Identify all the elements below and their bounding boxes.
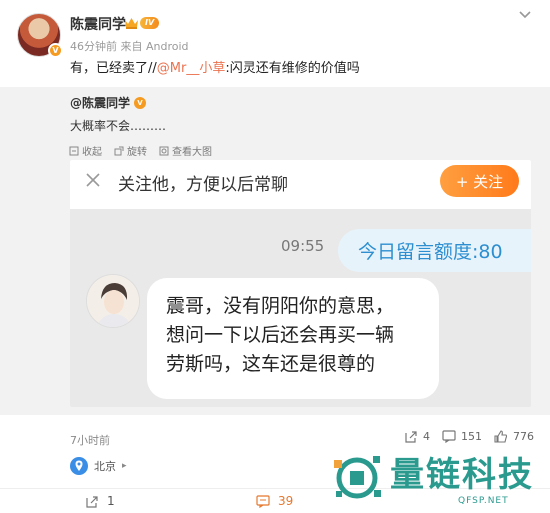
bottom-repost-count: 1 [107,494,115,508]
watermark-logo-icon [334,456,381,499]
verified-badge-icon: V [48,43,63,58]
chevron-right-icon: ▸ [122,461,127,471]
post-meta: 46分钟前 来自 Android [70,40,189,53]
chevron-down-icon[interactable] [518,10,532,20]
username[interactable]: 陈震同学 [70,14,126,34]
original-username: @陈震同学 [70,96,131,110]
bottom-repost-button[interactable]: 1 [85,494,115,508]
bottom-comment-count: 39 [278,494,294,508]
image-actions: 收起 旋转 查看大图 [69,143,212,158]
crown-icon [125,18,138,29]
comment-count: 151 [461,430,482,443]
thumbs-up-icon [494,430,508,443]
location-pin-icon [70,457,88,475]
location-tag[interactable]: 北京 ▸ [70,455,127,477]
watermark-domain: QFSP.NET [458,496,509,506]
collapse-label: 收起 [82,147,102,158]
repost-box[interactable]: @陈震同学 V 大概率不会……… 收起 旋转 查看大图 关注他，方便以后常聊 +… [0,87,550,415]
view-large-button[interactable]: 查看大图 [159,143,212,158]
repost-icon [405,431,417,443]
view-large-label: 查看大图 [172,147,212,158]
follow-prompt: 关注他，方便以后常聊 [118,175,288,195]
location-label: 北京 [94,460,116,473]
quota-bubble: 今日留言额度:80 [338,229,531,272]
watermark: 量链科技 QFSP.NET [330,445,545,513]
sender-avatar-illustration [87,275,139,327]
post-header: V 陈震同学 IV 46分钟前 来自 Android [0,0,550,60]
comment-icon [442,430,456,443]
post-text-suffix: :闪灵还有维修的价值吗 [225,61,360,76]
view-large-icon [159,146,169,155]
message-line: 震哥，没有阴阳你的意思， [166,295,395,317]
watermark-title: 量链科技 [390,455,534,495]
like-count: 776 [513,430,534,443]
bottom-comment-button[interactable]: 39 [256,494,293,508]
post-text-prefix: 有，已经卖了// [70,61,157,76]
message-line: 想问一下以后还会再买一辆 [166,324,395,346]
vip-level: IV [140,16,160,29]
repost-stat[interactable]: 4 [404,430,430,443]
post-stats: 4 151 776 [404,430,534,443]
comment-icon [256,494,270,508]
post-time: 7小时前 [70,434,110,447]
mention-link[interactable]: @Mr__小草 [157,61,226,76]
like-stat[interactable]: 776 [494,430,534,443]
vip-badge[interactable]: IV [124,15,160,30]
rotate-label: 旋转 [127,147,147,158]
collapse-button[interactable]: 收起 [69,143,102,158]
verified-badge-icon: V [134,96,147,109]
message-line: 劳斯吗，这车还是很尊的 [166,353,376,375]
original-user[interactable]: @陈震同学 V [70,94,147,111]
rotate-icon [114,146,124,155]
rotate-button[interactable]: 旋转 [114,143,147,158]
repost-icon [86,495,98,508]
post-text: 有，已经卖了//@Mr__小草:闪灵还有维修的价值吗 [70,60,360,78]
follow-button: + 关注 [440,165,519,197]
collapse-icon [69,146,79,155]
message-bubble: 震哥，没有阴阳你的意思， 想问一下以后还会再买一辆 劳斯吗，这车还是很尊的 [147,278,439,399]
follow-bar: 关注他，方便以后常聊 + 关注 [70,160,531,209]
repost-count: 4 [423,430,430,443]
sender-avatar [86,274,140,328]
original-text: 大概率不会……… [70,119,167,133]
chat-time: 09:55 [281,237,325,255]
close-icon [86,173,100,187]
comment-stat[interactable]: 151 [442,430,482,443]
chat-screenshot[interactable]: 关注他，方便以后常聊 + 关注 09:55 今日留言额度:80 震哥，没有阴阳你… [70,160,531,407]
user-avatar[interactable]: V [17,13,63,58]
